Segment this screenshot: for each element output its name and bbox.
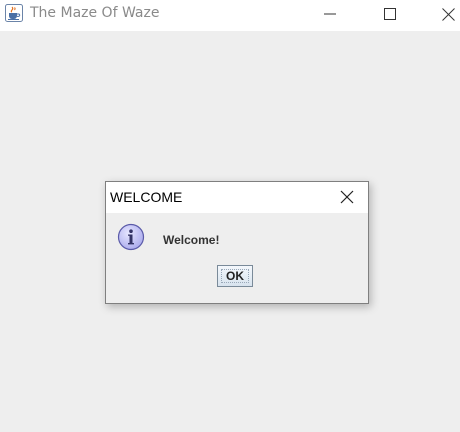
- maximize-button[interactable]: [367, 0, 413, 28]
- minimize-icon: [324, 8, 336, 20]
- java-cup-icon: [5, 4, 23, 22]
- dialog-close-button[interactable]: [334, 187, 360, 209]
- ok-button-label: OK: [226, 269, 244, 283]
- window-titlebar[interactable]: The Maze Of Waze: [0, 0, 460, 31]
- window-title: The Maze Of Waze: [30, 5, 160, 21]
- maximize-icon: [384, 8, 396, 20]
- dialog-message: Welcome!: [163, 233, 220, 247]
- information-icon: [117, 223, 145, 251]
- close-icon: [441, 7, 455, 21]
- close-button[interactable]: [425, 0, 460, 28]
- dialog-title: WELCOME: [110, 189, 183, 205]
- dialog-titlebar[interactable]: WELCOME: [106, 182, 368, 213]
- main-window: The Maze Of Waze WELCOME Welcome! OK: [0, 0, 460, 432]
- ok-button[interactable]: OK: [217, 265, 253, 287]
- welcome-dialog: WELCOME Welcome! OK: [105, 181, 369, 304]
- minimize-button[interactable]: [307, 0, 353, 28]
- close-icon: [340, 189, 354, 208]
